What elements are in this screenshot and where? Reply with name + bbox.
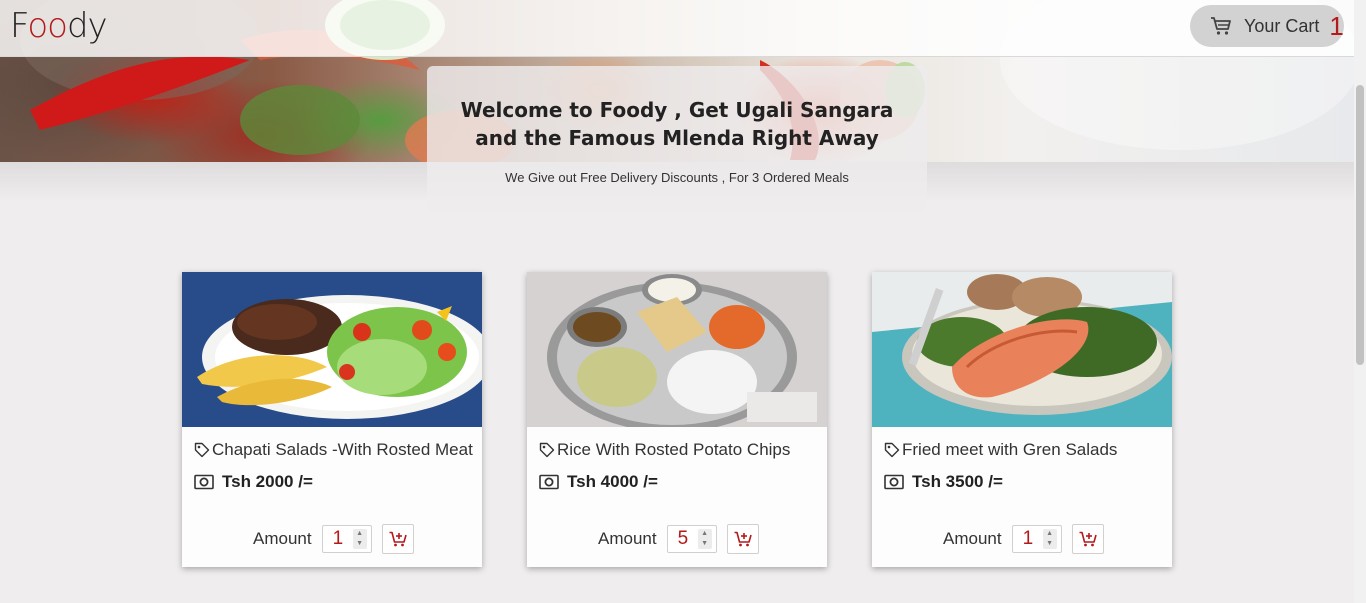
welcome-title: Welcome to Foody , Get Ugali Sangara and… — [460, 98, 894, 150]
product-title-row: Fried meet with Gren Salads — [884, 440, 1117, 460]
quantity-stepper[interactable]: 1 ▲ ▼ — [1011, 525, 1062, 553]
amount-row: Amount 1 ▲ ▼ — [943, 524, 1104, 554]
scrollbar-thumb[interactable] — [1356, 85, 1364, 365]
vertical-scrollbar[interactable] — [1354, 0, 1366, 603]
your-cart-button[interactable]: Your Cart 1 — [1190, 5, 1344, 47]
quantity-value: 1 — [1022, 528, 1034, 549]
product-title-row: Chapati Salads -With Rosted Meat — [194, 440, 473, 460]
product-name: Rice With Rosted Potato Chips — [557, 440, 791, 459]
amount-row: Amount 5 ▲ ▼ — [598, 524, 759, 554]
add-to-cart-button[interactable] — [381, 524, 414, 554]
amount-label: Amount — [598, 529, 657, 548]
money-icon — [884, 474, 904, 490]
add-to-cart-button[interactable] — [726, 524, 759, 554]
product-price-row: Tsh 2000 /= — [194, 472, 313, 492]
cart-label: Your Cart — [1244, 15, 1320, 36]
tag-icon — [194, 442, 210, 458]
quantity-value: 5 — [677, 528, 689, 549]
cart-plus-icon — [389, 531, 407, 547]
money-icon — [539, 474, 559, 490]
product-image — [872, 272, 1172, 427]
product-price: Tsh 2000 /= — [222, 472, 313, 491]
cart-count: 1 — [1329, 10, 1344, 41]
add-to-cart-button[interactable] — [1071, 524, 1104, 554]
product-price: Tsh 3500 /= — [912, 472, 1003, 491]
logo-letters-dy: dy — [66, 6, 108, 46]
product-card: Rice With Rosted Potato Chips Tsh 4000 /… — [527, 272, 827, 567]
money-icon — [194, 474, 214, 490]
tag-icon — [539, 442, 555, 458]
welcome-panel: Welcome to Foody , Get Ugali Sangara and… — [427, 66, 927, 211]
amount-label: Amount — [253, 529, 312, 548]
product-card: Fried meet with Gren Salads Tsh 3500 /= … — [872, 272, 1172, 567]
product-name: Chapati Salads -With Rosted Meat — [212, 440, 473, 459]
spinner-arrows-icon[interactable]: ▲ ▼ — [1042, 529, 1057, 549]
product-image — [182, 272, 482, 427]
spinner-arrows-icon[interactable]: ▲ ▼ — [352, 529, 367, 549]
amount-row: Amount 1 ▲ ▼ — [253, 524, 414, 554]
cart-plus-icon — [734, 531, 752, 547]
quantity-value: 1 — [332, 528, 344, 549]
product-image — [527, 272, 827, 427]
top-navbar: Foody Your Cart 1 — [0, 0, 1354, 57]
amount-label: Amount — [943, 529, 1002, 548]
cart-plus-icon — [1079, 531, 1097, 547]
cart-icon — [1211, 17, 1231, 35]
spinner-arrows-icon[interactable]: ▲ ▼ — [697, 529, 712, 549]
product-price-row: Tsh 4000 /= — [539, 472, 658, 492]
logo-letters-oo: oo — [27, 6, 68, 46]
logo-letter-f: F — [10, 6, 28, 46]
quantity-stepper[interactable]: 1 ▲ ▼ — [321, 525, 372, 553]
foody-logo[interactable]: Foody — [10, 6, 108, 46]
product-title-row: Rice With Rosted Potato Chips — [539, 440, 790, 460]
product-name: Fried meet with Gren Salads — [902, 440, 1118, 459]
tag-icon — [884, 442, 900, 458]
welcome-subtitle: We Give out Free Delivery Discounts , Fo… — [505, 170, 849, 185]
quantity-stepper[interactable]: 5 ▲ ▼ — [666, 525, 717, 553]
product-price-row: Tsh 3500 /= — [884, 472, 1003, 492]
product-price: Tsh 4000 /= — [567, 472, 658, 491]
product-card: Chapati Salads -With Rosted Meat Tsh 200… — [182, 272, 482, 567]
